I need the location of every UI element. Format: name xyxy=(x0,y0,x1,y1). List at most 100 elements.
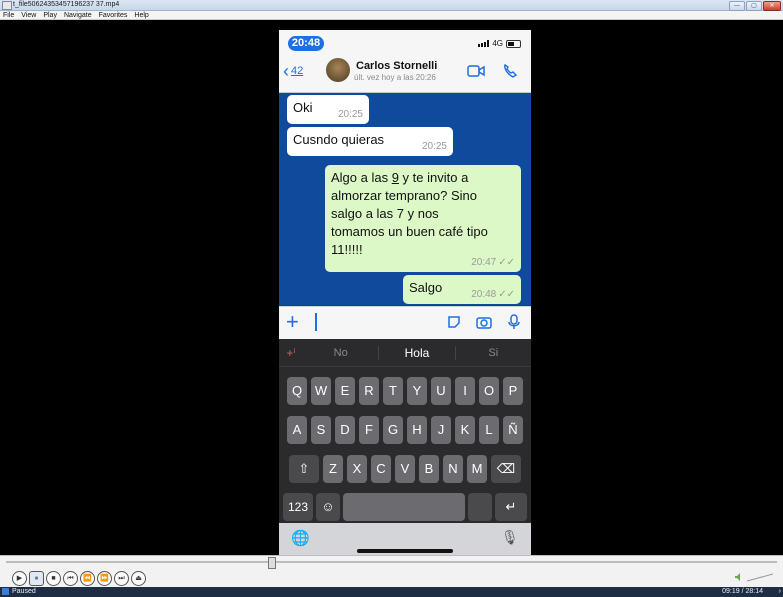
message-text: Salgo xyxy=(409,280,443,295)
back-button[interactable]: ‹ 42 xyxy=(283,62,303,80)
seek-thumb[interactable] xyxy=(268,557,276,569)
playback-state: Paused xyxy=(12,588,36,595)
message-input-bar: + xyxy=(279,306,531,339)
key[interactable]: O xyxy=(479,377,499,405)
key[interactable]: S xyxy=(311,416,331,444)
key[interactable]: B xyxy=(419,455,439,483)
key[interactable]: Q xyxy=(287,377,307,405)
key[interactable]: G xyxy=(383,416,403,444)
key[interactable]: Z xyxy=(323,455,343,483)
key[interactable]: L xyxy=(479,416,499,444)
open-button[interactable]: ⏏ xyxy=(131,571,146,586)
video-call-icon[interactable] xyxy=(467,64,485,78)
phone-status-bar: 20:48 4G xyxy=(279,30,531,52)
punctuation-key[interactable] xyxy=(468,493,492,521)
time-link[interactable]: 9 xyxy=(392,170,399,185)
window-controls: — ▢ ✕ xyxy=(729,1,781,11)
message-text: y te invito a xyxy=(398,170,469,185)
key[interactable]: W xyxy=(311,377,331,405)
pause-button[interactable]: ⏸ xyxy=(29,571,44,586)
key[interactable]: R xyxy=(359,377,379,405)
space-bar[interactable] xyxy=(343,493,465,521)
plus-icon[interactable]: + xyxy=(286,309,299,335)
message-input[interactable] xyxy=(312,311,430,333)
text-caret xyxy=(315,313,317,331)
message-line: tomamos un buen café tipo xyxy=(331,224,488,239)
stop-button[interactable]: ■ xyxy=(46,571,61,586)
sticker-icon[interactable] xyxy=(446,314,462,330)
key[interactable]: N xyxy=(443,455,463,483)
message-incoming: Oki 20:25 xyxy=(287,95,369,124)
phone-screen: 20:48 4G ‹ 42 Carlos Stornelli últ. vez … xyxy=(279,30,531,555)
forward-button[interactable]: ⏩ xyxy=(97,571,112,586)
key[interactable]: A xyxy=(287,416,307,444)
shift-key[interactable]: ⇧ xyxy=(289,455,319,483)
signal-bars-icon xyxy=(478,40,490,47)
delete-key[interactable]: ⌫ xyxy=(491,455,521,483)
camera-icon[interactable] xyxy=(476,314,492,330)
menu-navigate[interactable]: Navigate xyxy=(64,11,92,19)
message-time-read: 20:48 ✓✓ xyxy=(471,289,515,301)
network-type: 4G xyxy=(492,39,503,48)
speaker-icon xyxy=(735,573,740,581)
key[interactable]: Y xyxy=(407,377,427,405)
read-ticks-icon: ✓✓ xyxy=(498,289,515,300)
return-key[interactable]: ↵ xyxy=(495,493,527,521)
message-time: 20:25 xyxy=(421,141,447,152)
key[interactable]: I xyxy=(455,377,475,405)
predictive-icon[interactable]: +ⁱ xyxy=(279,346,303,360)
video-area[interactable]: 20:48 4G ‹ 42 Carlos Stornelli últ. vez … xyxy=(0,20,783,555)
previous-button[interactable]: ⏮ xyxy=(63,571,78,586)
suggestion-item[interactable]: No xyxy=(303,347,378,359)
transport-buttons: ▶ ⏸ ■ ⏮ ⏪ ⏩ ⏭ ⏏ xyxy=(12,571,146,586)
key[interactable]: T xyxy=(383,377,403,405)
message-outgoing: Algo a las 9 y te invito a almorzar temp… xyxy=(325,165,521,272)
play-button[interactable]: ▶ xyxy=(12,571,27,586)
message-time: 20:25 xyxy=(337,109,363,120)
keyboard: +ⁱ No Hola Si Q W E R T Y U I O P A S D xyxy=(279,339,531,555)
chat-messages[interactable]: Oki 20:25 Cusndo quieras 20:25 Algo a la… xyxy=(279,93,531,305)
next-button[interactable]: ⏭ xyxy=(114,571,129,586)
menu-favorites[interactable]: Favorites xyxy=(99,11,128,19)
key[interactable]: F xyxy=(359,416,379,444)
volume-slider[interactable] xyxy=(733,572,775,582)
rewind-button[interactable]: ⏪ xyxy=(80,571,95,586)
key[interactable]: K xyxy=(455,416,475,444)
key[interactable]: D xyxy=(335,416,355,444)
menu-help[interactable]: Help xyxy=(134,11,148,19)
message-time: 20:47 xyxy=(471,257,497,268)
key[interactable]: M xyxy=(467,455,487,483)
seek-bar[interactable] xyxy=(6,561,777,563)
minimize-button[interactable]: — xyxy=(729,1,745,11)
key[interactable]: E xyxy=(335,377,355,405)
key[interactable]: U xyxy=(431,377,451,405)
close-button[interactable]: ✕ xyxy=(763,1,781,11)
battery-icon xyxy=(506,39,521,48)
key[interactable]: J xyxy=(431,416,451,444)
key[interactable]: H xyxy=(407,416,427,444)
key[interactable]: C xyxy=(371,455,391,483)
status-extra: › xyxy=(778,588,781,595)
key[interactable]: Ñ xyxy=(503,416,523,444)
key[interactable]: P xyxy=(503,377,523,405)
avatar[interactable] xyxy=(326,58,350,82)
microphone-icon[interactable] xyxy=(506,314,522,330)
numbers-key[interactable]: 123 xyxy=(283,493,313,521)
message-line: Algo a las 9 y te invito a xyxy=(331,169,515,187)
dictation-mic-icon[interactable]: 🎙 xyxy=(501,529,519,546)
home-indicator[interactable] xyxy=(357,549,453,553)
menu-file[interactable]: File xyxy=(3,11,14,19)
suggestion-item[interactable]: Hola xyxy=(378,345,456,360)
menu-view[interactable]: View xyxy=(21,11,36,19)
status-icon xyxy=(2,588,9,595)
emoji-key[interactable]: ☺ xyxy=(316,493,340,521)
phone-call-icon[interactable] xyxy=(501,64,519,78)
key[interactable]: V xyxy=(395,455,415,483)
key[interactable]: X xyxy=(347,455,367,483)
suggestion-item[interactable]: Si xyxy=(456,347,531,359)
globe-icon[interactable]: 🌐 xyxy=(291,529,310,547)
menu-play[interactable]: Play xyxy=(43,11,57,19)
contact-name[interactable]: Carlos Stornelli xyxy=(356,60,437,72)
maximize-button[interactable]: ▢ xyxy=(746,1,762,11)
player-controls: ▶ ⏸ ■ ⏮ ⏪ ⏩ ⏭ ⏏ xyxy=(0,555,783,588)
